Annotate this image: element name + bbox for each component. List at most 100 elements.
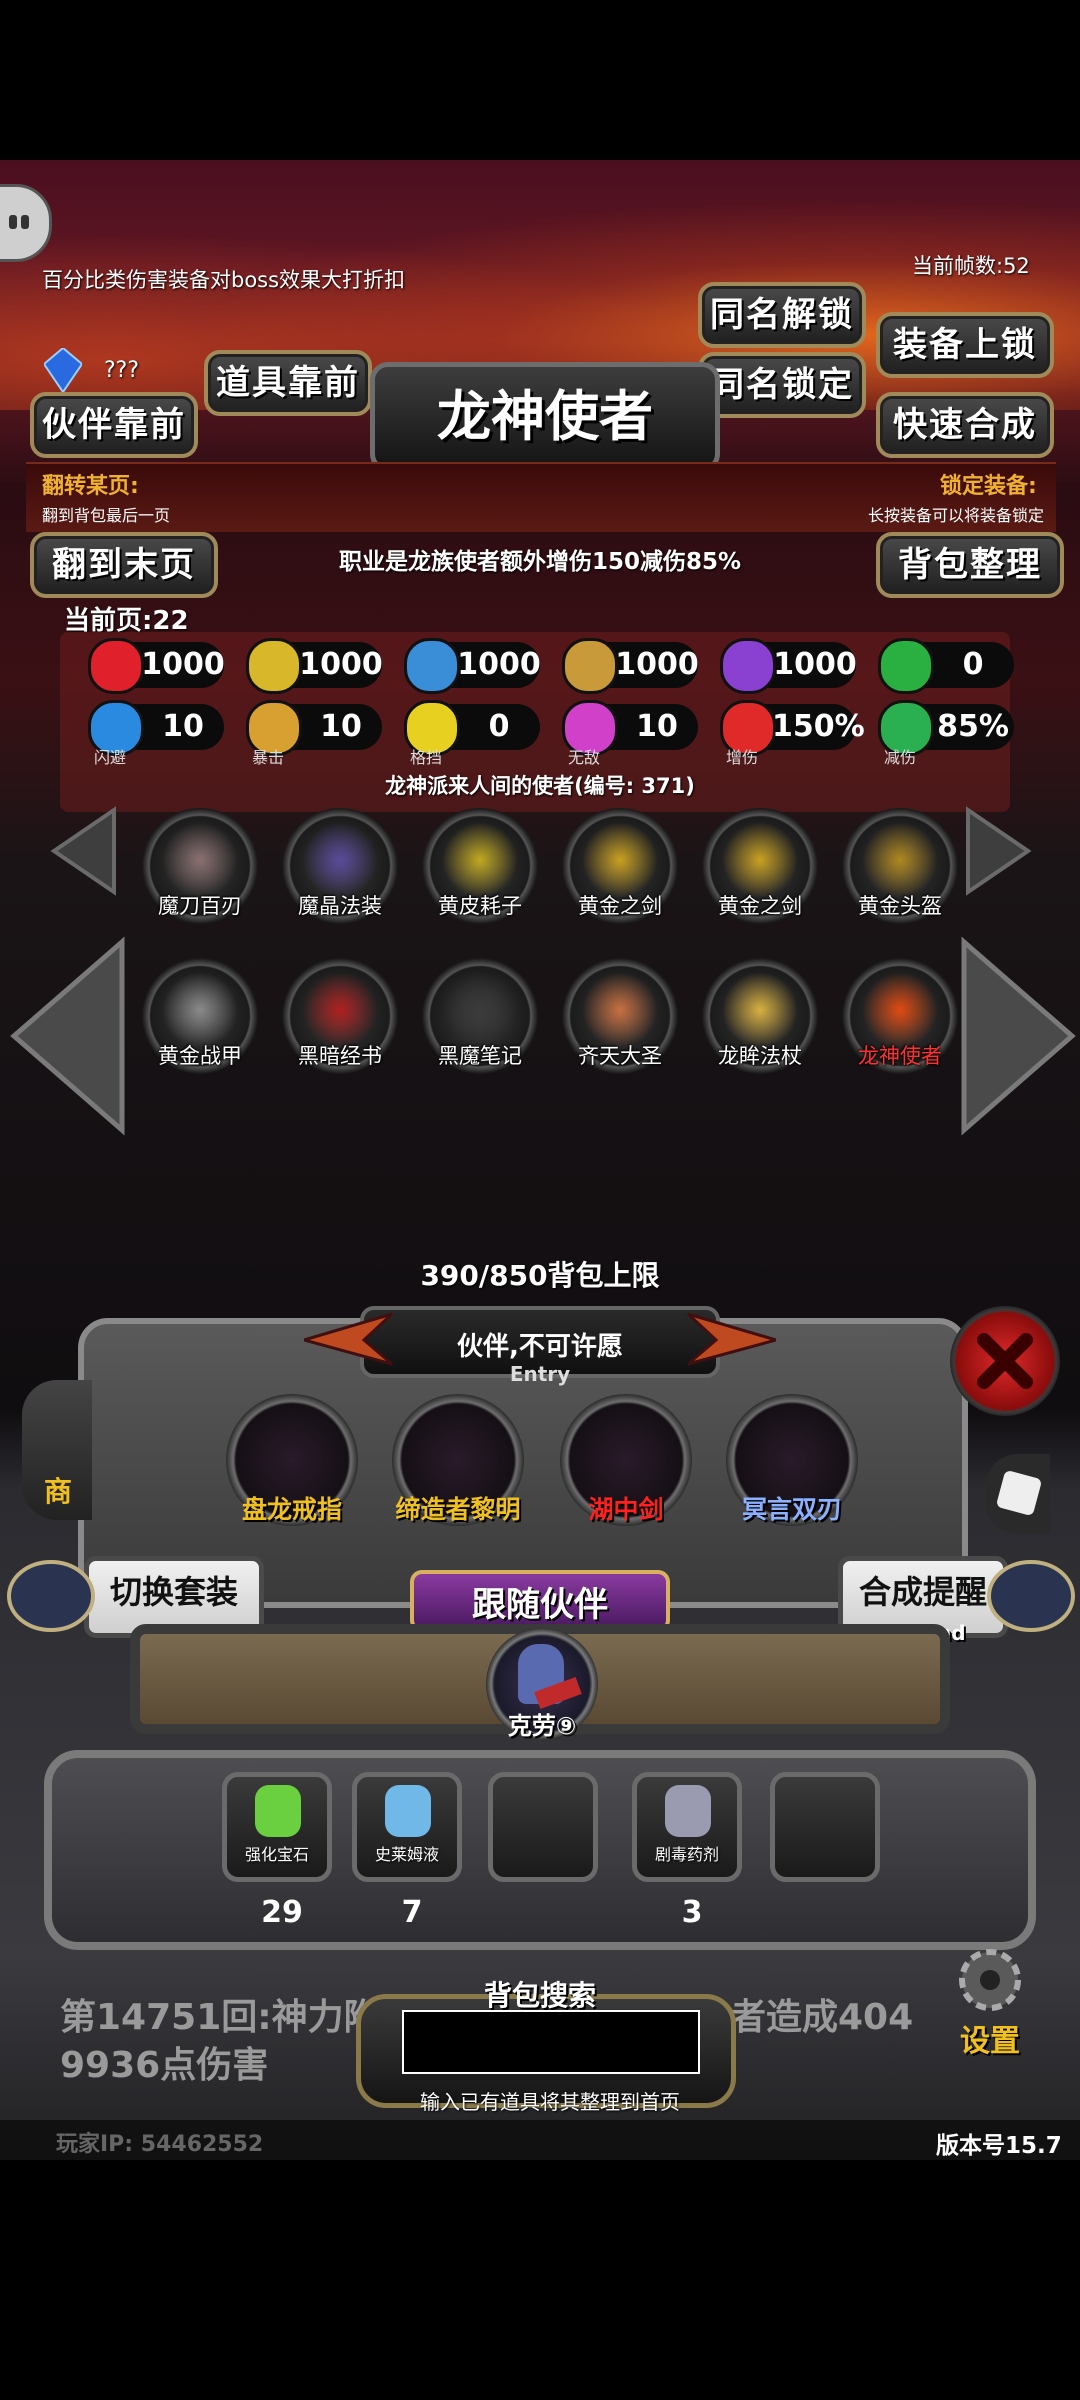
inventory-slot[interactable]: 强化宝石 29: [222, 1772, 332, 1930]
gem-icon: [42, 346, 84, 394]
item-name: 黄金战甲: [158, 1044, 242, 1068]
stat-label: 暴击: [252, 748, 285, 767]
bag-item-slot[interactable]: 齐天大圣: [562, 958, 678, 1074]
settings-button[interactable]: 设置: [940, 1940, 1040, 2060]
bag-item-slot[interactable]: 黄金头盔: [842, 808, 958, 924]
equipped-item-slot[interactable]: 湖中剑: [560, 1394, 692, 1526]
item-name: 黄金头盔: [858, 894, 942, 918]
helmet-left-icon: [6, 1546, 96, 1640]
inventory-item-count: 7: [401, 1895, 423, 1930]
bag-search-hint: 输入已有道具将其整理到首页: [420, 2090, 680, 2114]
shop-button[interactable]: 商: [22, 1380, 92, 1520]
item-art: [442, 822, 518, 898]
bag-item-slot[interactable]: 魔刀百刃: [142, 808, 258, 924]
equipped-item-slot[interactable]: 盘龙戒指: [226, 1394, 358, 1526]
shop-label: 商: [44, 1475, 73, 1508]
page-left-small-arrow[interactable]: [48, 806, 118, 900]
stat-stats_row1-1: 1000: [246, 638, 383, 694]
bag-item-slot[interactable]: 龙神使者: [842, 958, 958, 1074]
bag-item-slot[interactable]: 黄金之剑: [702, 808, 818, 924]
bag-search-title: 背包搜索: [483, 1979, 596, 2012]
stat-label: 增伤: [726, 748, 759, 767]
right-wing-ornament: [686, 1304, 782, 1378]
item-art: [302, 822, 378, 898]
bag-item-slot[interactable]: 黄皮耗子: [422, 808, 538, 924]
stat-label: 闪避: [94, 748, 127, 767]
inventory-item-art: [385, 1785, 431, 1837]
item-art: [442, 972, 518, 1048]
battle-log-line1b: 者造成404: [730, 1997, 914, 2038]
item-name: 魔刀百刃: [158, 894, 242, 918]
inventory-slot[interactable]: 史莱姆液 7: [352, 1772, 462, 1930]
item-art: [582, 822, 658, 898]
stat-value: 0: [488, 709, 510, 744]
strength-icon: [246, 638, 302, 694]
page-right-big-arrow[interactable]: [958, 936, 1078, 1140]
item-art: [162, 822, 238, 898]
items-front-button[interactable]: 道具靠前: [204, 350, 372, 416]
gem-count: ???: [104, 358, 140, 383]
equipped-item-name: 盘龙戒指: [241, 1495, 342, 1524]
inventory-item-name: 史莱姆液: [374, 1845, 439, 1864]
fps-counter: 当前帧数:52: [912, 254, 1030, 278]
battle-log-line1: 第14751回:神力附: [60, 1997, 380, 2038]
equipped-item-name: 缔造者黎明: [395, 1495, 521, 1524]
heart-icon: [88, 638, 144, 694]
equipped-item-slot[interactable]: 冥言双刃: [726, 1394, 858, 1526]
inventory-item-art: [255, 1785, 301, 1837]
last-page-button[interactable]: 翻到末页: [30, 532, 218, 598]
settings-label: 设置: [960, 2024, 1020, 2059]
follow-partner-banner: 跟随伙伴: [410, 1570, 670, 1632]
unlock-same-name-button[interactable]: 同名解锁: [698, 282, 866, 348]
inventory-item-art: [665, 1785, 711, 1837]
equipped-item-name: 湖中剑: [588, 1495, 664, 1524]
page-right-small-arrow[interactable]: [964, 806, 1034, 900]
stat-value: 1000: [299, 647, 383, 682]
lock-equip-label: 锁定装备:: [940, 474, 1037, 499]
inventory-item-name: 强化宝石: [244, 1845, 309, 1864]
bag-item-slot[interactable]: 黄金之剑: [562, 808, 678, 924]
page-left-big-arrow[interactable]: [8, 936, 128, 1140]
bag-limit: 390/850背包上限: [420, 1259, 660, 1292]
stat-stats_row2-4: 150% 增伤: [720, 700, 865, 767]
inventory-slot[interactable]: [488, 1772, 598, 1882]
dice-icon[interactable]: [986, 1454, 1050, 1534]
bag-search-input[interactable]: [402, 2010, 700, 2074]
left-wing-ornament: [298, 1304, 394, 1378]
stat-stats_row1-2: 1000: [404, 638, 541, 694]
flip-page-label: 翻转某页:: [42, 474, 139, 499]
stat-stats_row1-3: 1000: [562, 638, 699, 694]
item-name: 龙眸法杖: [718, 1044, 802, 1068]
armor-icon: [404, 638, 460, 694]
close-icon: [977, 1333, 1033, 1389]
bag-item-slot[interactable]: 龙眸法杖: [702, 958, 818, 1074]
bag-item-slot[interactable]: 黑魔笔记: [422, 958, 538, 1074]
stat-label: 减伤: [884, 748, 917, 767]
item-art: [722, 972, 798, 1048]
inventory-item-name: 剧毒药剂: [654, 1845, 719, 1864]
lock-equipment-button[interactable]: 装备上锁: [876, 312, 1054, 378]
inventory-slot[interactable]: 剧毒药剂 3: [632, 1772, 742, 1930]
partner-front-button[interactable]: 伙伴靠前: [30, 392, 198, 458]
bag-item-slot[interactable]: 黑暗经书: [282, 958, 398, 1074]
hero-title: 龙神使者: [370, 362, 720, 472]
bag-item-slot[interactable]: 黄金战甲: [142, 958, 258, 1074]
flip-page-hint: 翻到背包最后一页: [42, 506, 171, 525]
equipped-item-slot[interactable]: 缔造者黎明: [392, 1394, 524, 1526]
stat-stats_row1-5: 0: [878, 638, 1014, 694]
inventory-slot[interactable]: [770, 1772, 880, 1882]
stat-stats_row1-0: 1000: [88, 638, 225, 694]
sort-bag-button[interactable]: 背包整理: [876, 532, 1064, 598]
stat-label: 无敌: [568, 748, 601, 767]
item-name: 黄金之剑: [578, 894, 662, 918]
lock-equip-hint: 长按装备可以将装备锁定: [868, 506, 1045, 525]
bag-item-slot[interactable]: 魔晶法装: [282, 808, 398, 924]
quick-merge-button[interactable]: 快速合成: [876, 392, 1054, 458]
close-button[interactable]: [950, 1306, 1060, 1416]
stat-value: 1000: [141, 647, 225, 682]
switch-set-label: 切换套装: [109, 1573, 238, 1611]
stat-value: 1000: [773, 647, 857, 682]
lock-same-name-button[interactable]: 同名锁定: [698, 352, 866, 418]
stat-value: 0: [962, 647, 984, 682]
partner-avatar[interactable]: 克劳⑨: [486, 1628, 598, 1740]
